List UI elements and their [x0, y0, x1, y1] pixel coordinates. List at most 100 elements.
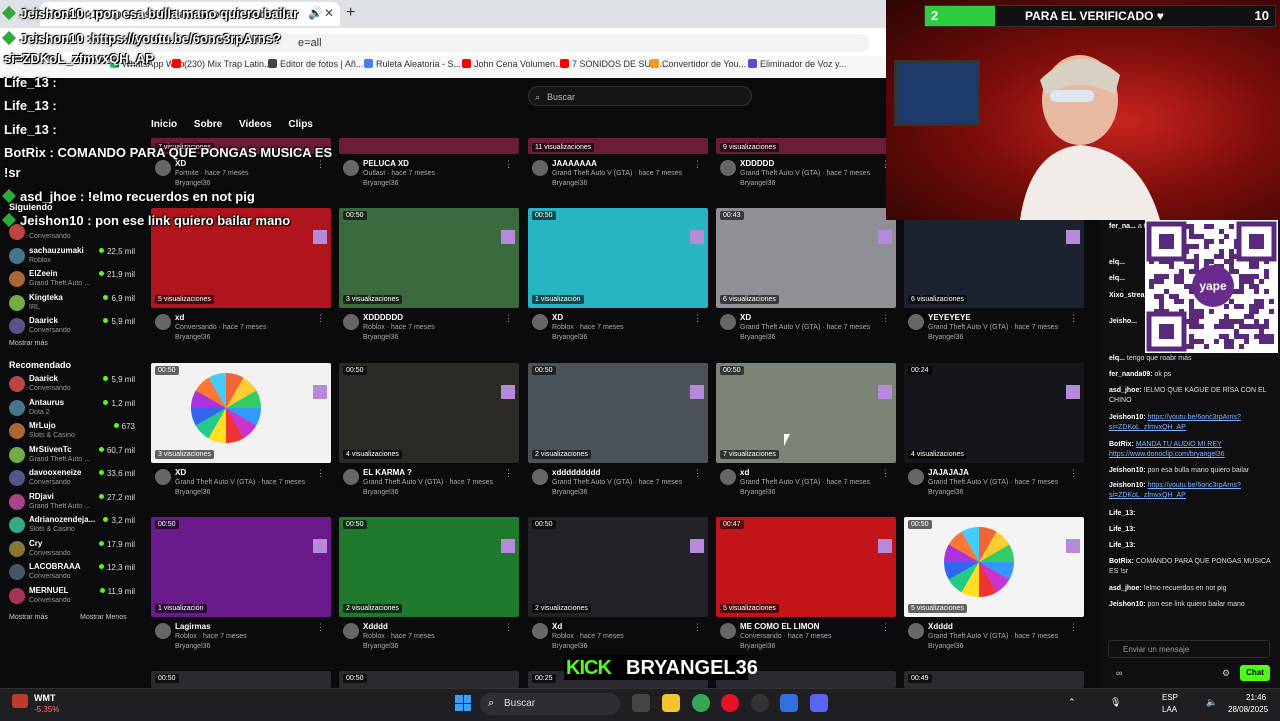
more-options-icon[interactable]: ⋮ [1069, 468, 1078, 479]
more-options-icon[interactable]: ⋮ [316, 622, 325, 633]
sidebar-channel[interactable]: Daarick Conversando 5,9 mil [9, 374, 135, 398]
video-card[interactable]: 00:50 5 visualizaciones Xdddd Grand Theft A… [904, 517, 1084, 667]
video-thumbnail[interactable]: 9 visualizaciones [716, 138, 896, 154]
sidebar-channel[interactable]: Cry Conversando 17,9 mil [9, 539, 135, 563]
language-indicator[interactable]: ESP [1162, 693, 1178, 702]
tab-sobre[interactable]: Sobre [194, 119, 222, 130]
task-view-icon[interactable] [632, 694, 650, 712]
more-options-icon[interactable]: ⋮ [316, 159, 325, 170]
tab-clips[interactable]: Clips [288, 119, 312, 130]
show-less-button[interactable]: Mostrar Menos [80, 614, 127, 621]
show-more-button[interactable]: Mostrar más [9, 340, 48, 347]
more-options-icon[interactable]: ⋮ [881, 313, 890, 324]
gear-icon[interactable]: ⚙ [1222, 668, 1230, 679]
video-card[interactable]: 00:50 3 visualizaciones XD Grand Theft Auto… [151, 363, 331, 513]
more-options-icon[interactable]: ⋮ [693, 468, 702, 479]
send-chat-button[interactable]: Chat [1240, 665, 1270, 681]
chat-username[interactable]: fer_nanda09: [1109, 371, 1153, 378]
mute-icon[interactable]: 🔊 [308, 6, 323, 20]
bookmark-item[interactable]: (230) Mix Trap Latin... [172, 59, 272, 69]
chat-username[interactable]: Life_13: [1109, 542, 1135, 549]
more-options-icon[interactable]: ⋮ [881, 468, 890, 479]
discord-icon[interactable] [810, 694, 828, 712]
chat-username[interactable]: asd_jhoe: [1109, 585, 1142, 592]
windows-start-icon[interactable] [455, 695, 471, 711]
taskbar-search[interactable]: ⌕ Buscar [480, 693, 620, 715]
more-options-icon[interactable]: ⋮ [504, 313, 513, 324]
video-card[interactable]: 5 visualizaciones xd Conversando · hace 7 … [151, 208, 331, 358]
video-thumbnail[interactable]: 00:50 2 visualizaciones [528, 363, 708, 463]
bookmark-item[interactable]: Editor de fotos | Añ... [268, 59, 363, 69]
chat-username[interactable]: elq... [1109, 355, 1125, 362]
app-icon[interactable] [780, 694, 798, 712]
sidebar-channel[interactable]: Daarick Conversando 5,9 mil [9, 316, 135, 340]
video-card[interactable]: 00:24 4 visualizaciones JAJAJAJA Grand Thef… [904, 363, 1084, 513]
tray-chevron-icon[interactable]: ⌃ [1068, 697, 1076, 708]
more-options-icon[interactable]: ⋮ [1069, 622, 1078, 633]
file-explorer-icon[interactable] [662, 694, 680, 712]
more-options-icon[interactable]: ⋮ [881, 622, 890, 633]
more-options-icon[interactable]: ⋮ [693, 159, 702, 170]
video-card[interactable]: 00:49 [904, 671, 1084, 688]
chat-username[interactable]: BotRix: [1109, 441, 1134, 448]
chat-username[interactable]: asd_jhoe: [1109, 387, 1142, 394]
more-options-icon[interactable]: ⋮ [316, 468, 325, 479]
video-card[interactable]: 00:50 4 visualizaciones EL KARMA ? Grand Th… [339, 363, 519, 513]
video-card[interactable]: 00:50 2 visualizaciones Xdddd Roblox · hace… [339, 517, 519, 667]
obs-icon[interactable] [751, 694, 769, 712]
sidebar-channel[interactable]: davooxeneize Conversando 33,6 mil [9, 468, 135, 492]
video-card[interactable]: 11 visualizaciones JAAAAAAA Grand Theft Au… [528, 138, 708, 192]
video-card[interactable]: 9 visualizaciones XDDDDD Grand Theft Auto … [716, 138, 896, 192]
chat-username[interactable]: Jeishon10: [1109, 414, 1146, 421]
chat-username[interactable]: elq... [1109, 259, 1125, 266]
video-thumbnail[interactable]: 00:24 4 visualizaciones [904, 363, 1084, 463]
sidebar-channel[interactable]: Antaurus Dota 2 1,2 mil [9, 398, 135, 422]
video-thumbnail[interactable]: 00:50 5 visualizaciones [904, 517, 1084, 617]
volume-icon[interactable]: 🔈 [1206, 697, 1217, 708]
bookmark-item[interactable]: John Cena Volumen... [462, 59, 563, 69]
bookmark-item[interactable]: Ruleta Aleatoria - S... [364, 59, 461, 69]
more-options-icon[interactable]: ⋮ [504, 622, 513, 633]
video-card[interactable]: PELUCA XD Outlast · hace 7 meses Bryangel3… [339, 138, 519, 192]
tab-videos[interactable]: Videos [239, 119, 272, 130]
show-more-button-2[interactable]: Mostrar más [9, 614, 48, 621]
video-card[interactable]: 00:50 3 visualizaciones XDDDDDD Roblox · ha… [339, 208, 519, 358]
chat-input[interactable]: Enviar un mensaje [1108, 640, 1270, 658]
video-thumbnail[interactable]: 00:50 [339, 671, 519, 688]
video-thumbnail[interactable]: 00:50 [151, 671, 331, 688]
video-thumbnail[interactable]: 00:50 3 visualizaciones [151, 363, 331, 463]
chat-username[interactable]: Jeishon10: [1109, 601, 1146, 608]
chat-username[interactable]: Life_13: [1109, 510, 1135, 517]
video-thumbnail[interactable]: 00:49 [904, 671, 1084, 688]
bookmark-item[interactable]: Eliminador de Voz y... [748, 59, 846, 69]
video-thumbnail[interactable]: 00:50 2 visualizaciones [339, 517, 519, 617]
video-card[interactable]: 00:47 5 visualizaciones ME COMO EL LIMON Co… [716, 517, 896, 667]
video-thumbnail[interactable]: 6 visualizaciones [904, 208, 1084, 308]
video-card[interactable]: 00:50 1 visualización Lagirmas Roblox · hac… [151, 517, 331, 667]
sidebar-channel[interactable]: Kingteka IRL 6,9 mil [9, 293, 135, 317]
video-card[interactable]: 00:43 6 visualizaciones XD Grand Theft Auto… [716, 208, 896, 358]
video-card[interactable]: 00:50 [339, 671, 519, 688]
video-card[interactable]: 00:50 2 visualizaciones xddddddddd Grand Th… [528, 363, 708, 513]
bookmark-item[interactable]: Convertidor de You... [650, 59, 746, 69]
chat-username[interactable]: Jeishon10: [1109, 467, 1146, 474]
emote-icon[interactable]: ∞ [1116, 668, 1122, 678]
video-thumbnail[interactable]: 00:50 2 visualizaciones [528, 517, 708, 617]
more-options-icon[interactable]: ⋮ [693, 313, 702, 324]
tab-inicio[interactable]: Inicio [151, 119, 177, 130]
video-thumbnail[interactable]: 00:50 4 visualizaciones [339, 363, 519, 463]
chat-username[interactable]: elq... [1109, 275, 1125, 282]
video-card[interactable]: 00:50 2 visualizaciones Xd Roblox · hace 7 … [528, 517, 708, 667]
video-thumbnail[interactable] [339, 138, 519, 154]
bookmark-item[interactable]: 7 SONIDOS DE SUS... [560, 59, 665, 69]
more-options-icon[interactable]: ⋮ [504, 159, 513, 170]
video-thumbnail[interactable]: 11 visualizaciones [528, 138, 708, 154]
video-thumbnail[interactable]: 00:50 3 visualizaciones [339, 208, 519, 308]
more-options-icon[interactable]: ⋮ [693, 622, 702, 633]
video-thumbnail[interactable]: 00:50 1 visualización [528, 208, 708, 308]
video-card[interactable]: 6 visualizaciones YEYEYEYE Grand Theft Aut… [904, 208, 1084, 358]
video-thumbnail[interactable]: 00:43 6 visualizaciones [716, 208, 896, 308]
sidebar-channel[interactable]: RDjavi Grand Theft Auto ... 27,2 mil [9, 492, 135, 516]
new-tab-icon[interactable]: + [346, 4, 355, 22]
video-card[interactable]: 00:50 1 visualización XD Roblox · hace 7 me… [528, 208, 708, 358]
